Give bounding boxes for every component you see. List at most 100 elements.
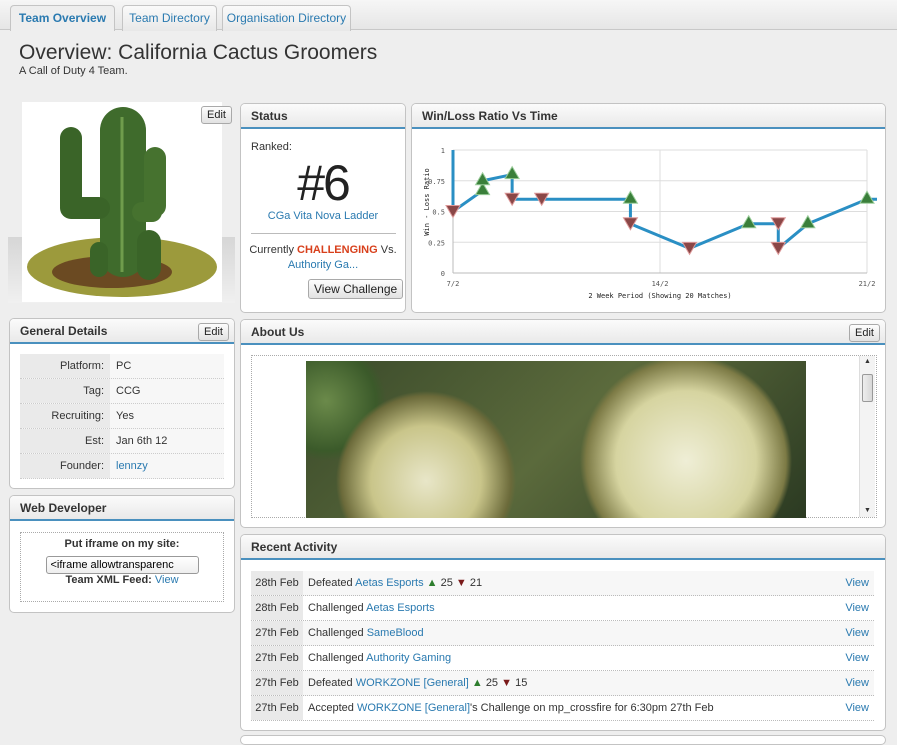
view-link[interactable]: View (845, 596, 869, 620)
about-us-panel: About Us Edit ▲ ▼ (240, 319, 886, 528)
x-tick-label: 21/2 (859, 280, 876, 288)
detail-value: Jan 6th 12 (116, 435, 168, 447)
team-link[interactable]: Aetas Esports (355, 577, 423, 589)
view-link[interactable]: View (845, 671, 869, 695)
team-link[interactable]: WORKZONE [General] (356, 677, 469, 689)
win-arrow-icon: ▲ (426, 577, 438, 589)
status-title: Status (241, 104, 405, 129)
activity-date: 27th Feb (251, 671, 303, 695)
tab-team-overview[interactable]: Team Overview (10, 5, 115, 31)
scroll-up-icon[interactable]: ▲ (860, 356, 875, 368)
activity-row: 27th Feb Defeated WORKZONE [General] ▲ 25… (251, 671, 874, 696)
about-us-title: About Us (241, 320, 885, 345)
xml-feed-link[interactable]: View (155, 574, 179, 586)
page-subtitle: A Call of Duty 4 Team. (19, 65, 128, 77)
detail-value: PC (116, 360, 132, 372)
currently-label: Currently (249, 244, 294, 256)
edit-avatar-button[interactable]: Edit (201, 106, 232, 124)
detail-label: Est: (20, 429, 110, 453)
activity-action: Challenged (308, 602, 364, 614)
detail-row: Est: Jan 6th 12 (20, 429, 224, 454)
ratio-line (451, 150, 877, 252)
cactus-logo-icon (27, 107, 217, 297)
team-avatar (22, 102, 222, 302)
detail-row: Platform: PC (20, 354, 224, 379)
recent-activity-title: Recent Activity (241, 535, 885, 560)
x-tick-label: 7/2 (447, 280, 460, 288)
score-for: 25 (440, 577, 453, 589)
view-challenge-button[interactable]: View Challenge (308, 279, 404, 299)
recent-activity-panel: Recent Activity 28th Feb Defeated Aetas E… (240, 534, 886, 731)
detail-value[interactable]: lennzy (116, 454, 148, 478)
ladder-link[interactable]: CGa Vita Nova Ladder (241, 210, 405, 222)
detail-label: Platform: (20, 354, 110, 378)
about-scrollbar[interactable]: ▲ ▼ (859, 356, 875, 517)
status-panel: Status Ranked: #6 CGa Vita Nova Ladder C… (240, 103, 406, 313)
scroll-down-icon[interactable]: ▼ (860, 505, 875, 517)
win-arrow-icon: ▲ (471, 677, 483, 689)
y-tick-label: 0.25 (428, 239, 445, 247)
challenging-state: CHALLENGING (297, 244, 378, 256)
divider (251, 233, 396, 234)
about-cactus-photo (306, 361, 806, 518)
rank-value: #6 (297, 155, 351, 211)
detail-label: Tag: (20, 379, 110, 403)
x-tick-label: 14/2 (652, 280, 669, 288)
detail-value: CCG (116, 385, 141, 397)
loss-marker (681, 241, 698, 256)
iframe-code-input[interactable] (45, 556, 199, 574)
vs-label: Vs. (380, 244, 397, 256)
win-loss-chart: Win - Loss Ratio 2 Week Period (Showing … (423, 147, 877, 300)
detail-row: Founder: lennzy (20, 454, 224, 479)
score-against: 21 (469, 577, 483, 589)
win-loss-chart-panel: Win/Loss Ratio Vs Time Win - Loss Ratio … (411, 103, 886, 313)
edit-general-button[interactable]: Edit (198, 323, 229, 341)
loss-marker (770, 241, 787, 256)
activity-row: 28th Feb Challenged Aetas Esports View (251, 596, 874, 621)
embed-box: Put iframe on my site: Team XML Feed: Vi… (20, 532, 224, 602)
scroll-thumb[interactable] (862, 374, 873, 402)
loss-marker (622, 217, 639, 231)
xml-feed-label: Team XML Feed: (65, 574, 152, 586)
team-link[interactable]: Aetas Esports (366, 602, 434, 614)
tab-team-directory[interactable]: Team Directory (122, 5, 217, 31)
activity-action: Defeated (308, 677, 353, 689)
win-marker (740, 214, 757, 229)
activity-action: Accepted (308, 702, 354, 714)
team-link[interactable]: Authority Gaming (366, 652, 451, 664)
detail-row: Tag: CCG (20, 379, 224, 404)
score-against: 15 (515, 677, 528, 689)
activity-date: 28th Feb (251, 571, 303, 595)
activity-action: Defeated (308, 577, 353, 589)
tab-organisation-directory[interactable]: Organisation Directory (222, 5, 351, 31)
view-link[interactable]: View (845, 571, 869, 595)
y-tick-label: 0.5 (432, 209, 445, 217)
detail-label: Recruiting: (20, 404, 110, 428)
y-tick-label: 0.75 (428, 178, 445, 186)
page-title: Overview: California Cactus Groomers (19, 41, 378, 64)
activity-date: 27th Feb (251, 696, 303, 720)
team-link[interactable]: WORKZONE [General] (357, 702, 470, 714)
score-for: 25 (485, 677, 499, 689)
general-details-panel: General Details Edit Platform: PC Tag: CCG R… (9, 318, 235, 489)
view-link[interactable]: View (845, 696, 869, 720)
about-content: ▲ ▼ (251, 355, 877, 518)
detail-row: Recruiting: Yes (20, 404, 224, 429)
web-developer-title: Web Developer (10, 496, 234, 521)
activity-suffix: 's Challenge on mp_crossfire for 6:30pm … (470, 702, 714, 714)
tab-bar: Team Overview Team Directory Organisatio… (0, 0, 897, 31)
detail-label: Founder: (20, 454, 110, 478)
activity-action: Challenged (308, 652, 364, 664)
activity-row: 27th Feb Accepted WORKZONE [General]'s Ch… (251, 696, 874, 721)
opponent-link[interactable]: Authority Ga... (241, 259, 405, 271)
team-link[interactable]: SameBlood (367, 627, 424, 639)
loss-arrow-icon: ▼ (455, 577, 467, 589)
win-marker (504, 165, 521, 180)
y-tick-label: 0 (441, 270, 445, 278)
edit-about-button[interactable]: Edit (849, 324, 880, 342)
view-link[interactable]: View (845, 646, 869, 670)
view-link[interactable]: View (845, 621, 869, 645)
detail-value: Yes (116, 410, 134, 422)
iframe-label: Put iframe on my site: (64, 538, 180, 550)
loss-arrow-icon: ▼ (501, 677, 513, 689)
